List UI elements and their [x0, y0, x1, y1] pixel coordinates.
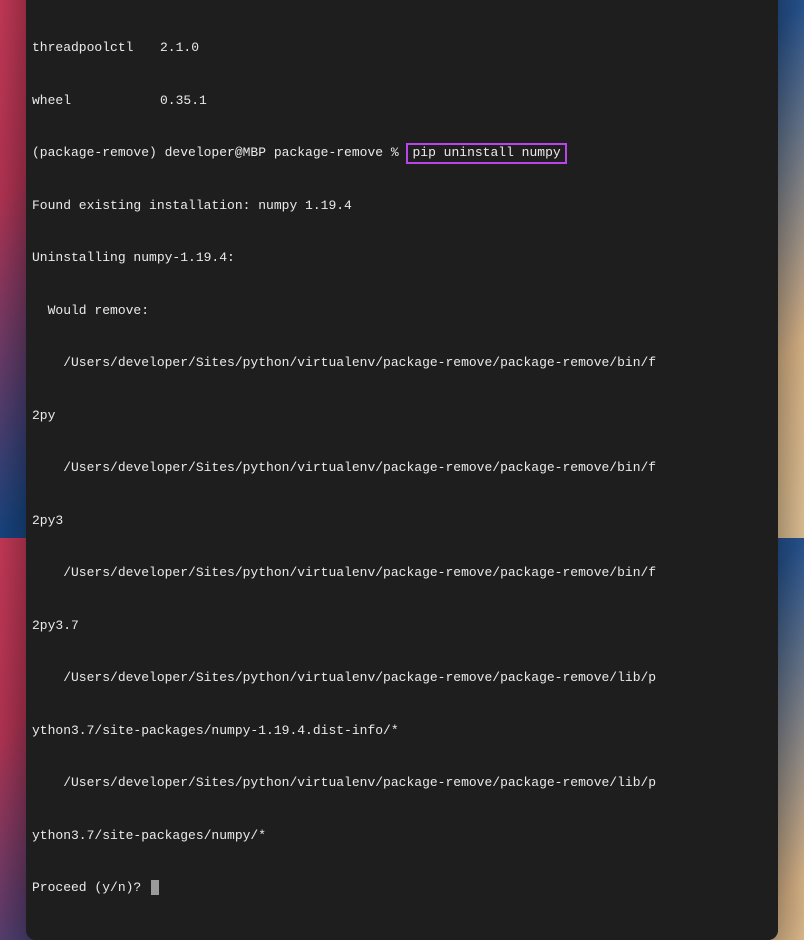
package-name: threadpoolctl [32, 39, 160, 57]
proceed-prompt[interactable]: Proceed (y/n)? [32, 879, 772, 897]
output-line: /Users/developer/Sites/python/virtualenv… [32, 354, 772, 372]
package-row: threadpoolctl2.1.0 [32, 39, 772, 57]
output-line: /Users/developer/Sites/python/virtualenv… [32, 459, 772, 477]
output-line: /Users/developer/Sites/python/virtualenv… [32, 774, 772, 792]
package-version: 2.1.0 [160, 40, 199, 55]
prompt-line: (package-remove) developer@MBP package-r… [32, 144, 772, 162]
command-highlight: pip uninstall numpy [406, 143, 566, 164]
output-line: 2py3 [32, 512, 772, 530]
prompt-prefix: (package-remove) developer@MBP package-r… [32, 145, 406, 160]
package-row: wheel0.35.1 [32, 92, 772, 110]
package-version: 1.15.0 [160, 0, 207, 3]
proceed-text: Proceed (y/n)? [32, 879, 149, 897]
cursor-icon [151, 880, 159, 895]
package-version: 0.35.1 [160, 93, 207, 108]
output-line: ython3.7/site-packages/numpy-1.19.4.dist… [32, 722, 772, 740]
output-line: /Users/developer/Sites/python/virtualenv… [32, 669, 772, 687]
output-line: Would remove: [32, 302, 772, 320]
output-line: 2py3.7 [32, 617, 772, 635]
output-line: Found existing installation: numpy 1.19.… [32, 197, 772, 215]
package-row: six1.15.0 [32, 0, 772, 4]
package-name: six [32, 0, 160, 4]
terminal-window: package-remove — python3.7 ~/Sites/pytho… [26, 0, 778, 940]
terminal-body[interactable]: pip20.2.4 python-dateutil2.8.1 pytz2020.… [26, 0, 778, 940]
package-name: wheel [32, 92, 160, 110]
output-line: Uninstalling numpy-1.19.4: [32, 249, 772, 267]
output-line: ython3.7/site-packages/numpy/* [32, 827, 772, 845]
output-line: /Users/developer/Sites/python/virtualenv… [32, 564, 772, 582]
output-line: 2py [32, 407, 772, 425]
